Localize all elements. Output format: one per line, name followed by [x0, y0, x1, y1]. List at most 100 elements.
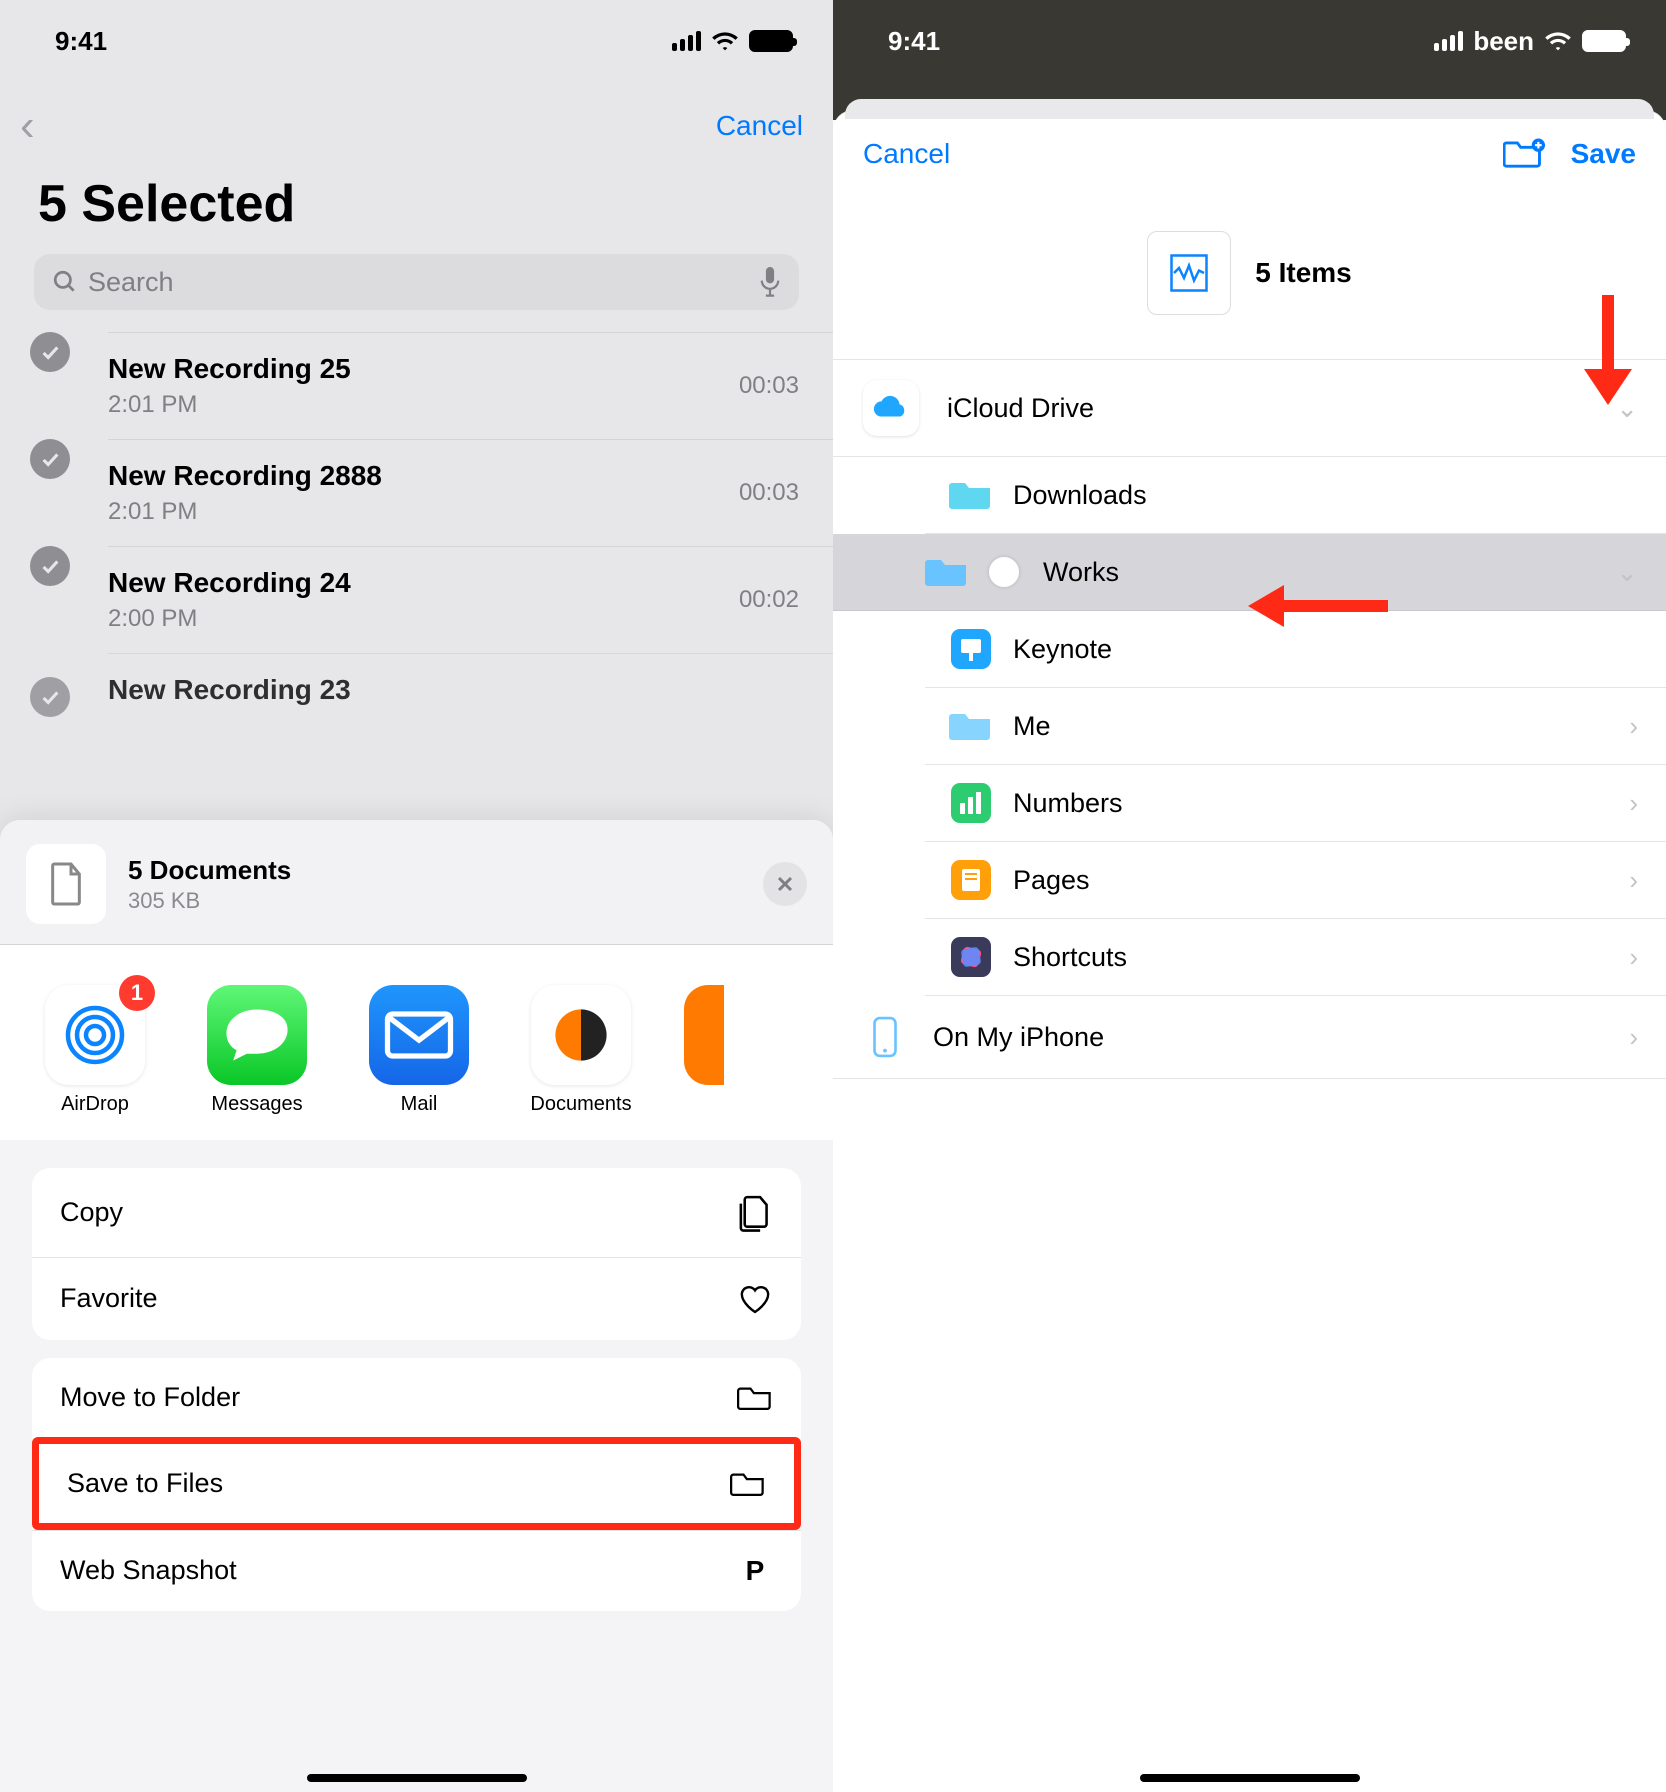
folder-icon [949, 708, 993, 744]
folder-label: Numbers [1013, 788, 1123, 819]
heart-icon [737, 1282, 773, 1316]
recording-row[interactable]: New Recording 23 [0, 653, 833, 714]
cancel-button[interactable]: Cancel [863, 138, 950, 170]
mail-icon [369, 985, 469, 1085]
app-label: Messages [211, 1093, 302, 1116]
share-sheet-header: 5 Documents 305 KB [0, 820, 833, 944]
action-web-snapshot[interactable]: Web Snapshot P [32, 1530, 801, 1611]
folder-label: Shortcuts [1013, 942, 1127, 973]
status-indicators [672, 30, 793, 52]
shortcuts-icon [949, 939, 993, 975]
files-save-screen: 9:41 been Cancel Save 5 Items [833, 0, 1666, 1792]
status-bar: 9:41 been [833, 0, 1666, 70]
battery-icon [749, 30, 793, 52]
app-label: Documents [530, 1093, 631, 1116]
folder-numbers[interactable]: Numbers › [925, 765, 1666, 842]
share-app-documents[interactable]: Documents [522, 985, 640, 1116]
location-on-my-iphone[interactable]: On My iPhone › [833, 996, 1666, 1079]
selected-checkmark-icon[interactable] [30, 332, 70, 372]
folder-icon [737, 1383, 773, 1412]
pages-icon [949, 862, 993, 898]
wifi-icon [711, 30, 739, 52]
items-count-label: 5 Items [1255, 257, 1352, 289]
iphone-icon [857, 1016, 913, 1058]
recording-title: New Recording 2888 [108, 460, 382, 492]
folder-label: Downloads [1013, 480, 1147, 511]
close-icon [775, 874, 795, 894]
action-label: Save to Files [67, 1468, 223, 1499]
recording-duration: 00:03 [739, 372, 799, 400]
chevron-right-icon: › [1629, 711, 1638, 742]
cellular-icon [672, 31, 701, 51]
share-subtitle: 305 KB [128, 888, 291, 914]
recording-title: New Recording 24 [108, 567, 351, 599]
close-share-button[interactable] [763, 862, 807, 906]
action-label: Copy [60, 1197, 123, 1228]
recording-title: New Recording 23 [108, 674, 351, 706]
location-label: iCloud Drive [947, 393, 1094, 424]
files-sheet: Cancel Save 5 Items iCloud Drive ⌄ [833, 110, 1666, 1792]
share-app-mail[interactable]: Mail [360, 985, 478, 1116]
location-icloud-drive[interactable]: iCloud Drive ⌄ [833, 359, 1666, 457]
share-app-messages[interactable]: Messages [198, 985, 316, 1116]
action-copy[interactable]: Copy [32, 1168, 801, 1257]
folder-label: Keynote [1013, 634, 1112, 665]
folder-me[interactable]: Me › [925, 688, 1666, 765]
recording-duration: 00:02 [739, 586, 799, 614]
action-move-to-folder[interactable]: Move to Folder [32, 1358, 801, 1437]
recording-row[interactable]: New Recording 25 2:01 PM 00:03 [0, 332, 833, 439]
save-button[interactable]: Save [1571, 138, 1636, 170]
selected-checkmark-icon[interactable] [30, 677, 70, 717]
keynote-icon [949, 631, 993, 667]
p-icon: P [737, 1555, 773, 1587]
folder-downloads[interactable]: Downloads [925, 457, 1666, 534]
search-input[interactable]: Search [34, 254, 799, 310]
app-label: Mail [401, 1093, 438, 1116]
share-sheet: 5 Documents 305 KB 1 AirDrop Messages [0, 820, 833, 1792]
chevron-down-icon: ⌄ [1616, 557, 1638, 588]
more-app-icon [684, 985, 724, 1085]
action-save-to-files[interactable]: Save to Files [32, 1437, 801, 1530]
folder-icon [925, 554, 969, 590]
chevron-right-icon: › [1629, 865, 1638, 896]
share-app-more[interactable] [684, 985, 724, 1116]
status-indicators: been [1434, 26, 1626, 57]
share-actions-group1: Copy Favorite [32, 1168, 801, 1340]
back-chevron-icon[interactable]: ‹ [20, 104, 35, 148]
recording-duration: 00:03 [739, 479, 799, 507]
messages-icon [207, 985, 307, 1085]
status-bar: 9:41 [0, 0, 833, 70]
folder-pages[interactable]: Pages › [925, 842, 1666, 919]
status-time: 9:41 [888, 26, 940, 57]
action-favorite[interactable]: Favorite [32, 1257, 801, 1340]
recording-time: 2:01 PM [108, 498, 382, 526]
numbers-icon [949, 785, 993, 821]
action-label: Favorite [60, 1283, 158, 1314]
folder-save-icon [730, 1469, 766, 1498]
annotation-arrow-left-icon [1248, 581, 1388, 631]
folder-shortcuts[interactable]: Shortcuts › [925, 919, 1666, 996]
files-nav-bar: Cancel Save [833, 111, 1666, 171]
recordings-list: New Recording 25 2:01 PM 00:03 New Recor… [0, 332, 833, 714]
items-header: 5 Items [833, 171, 1666, 359]
wifi-icon [1544, 30, 1572, 52]
recording-row[interactable]: New Recording 2888 2:01 PM 00:03 [0, 439, 833, 546]
new-folder-icon[interactable] [1503, 137, 1545, 171]
selected-checkmark-icon[interactable] [30, 546, 70, 586]
recording-row[interactable]: New Recording 24 2:00 PM 00:02 [0, 546, 833, 653]
mic-icon[interactable] [759, 267, 781, 297]
home-indicator[interactable] [307, 1774, 527, 1782]
share-app-airdrop[interactable]: 1 AirDrop [36, 985, 154, 1116]
cancel-button[interactable]: Cancel [716, 110, 803, 142]
share-apps-row[interactable]: 1 AirDrop Messages Mail Docume [0, 945, 833, 1140]
copy-icon [737, 1192, 773, 1233]
documents-app-icon [531, 985, 631, 1085]
cellular-icon [1434, 31, 1463, 51]
home-indicator[interactable] [1140, 1774, 1360, 1782]
loading-spinner-icon [989, 557, 1019, 587]
search-icon [52, 269, 78, 295]
audio-thumb-icon [1147, 231, 1231, 315]
selected-checkmark-icon[interactable] [30, 439, 70, 479]
share-title: 5 Documents [128, 855, 291, 886]
recording-title: New Recording 25 [108, 353, 351, 385]
